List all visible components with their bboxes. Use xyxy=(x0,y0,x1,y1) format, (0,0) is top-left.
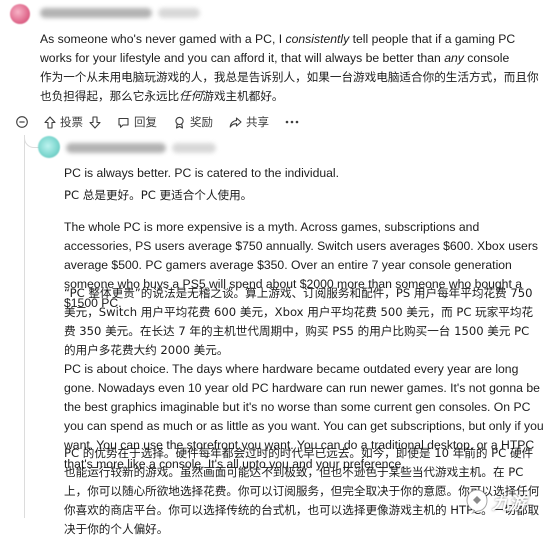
username-redacted[interactable] xyxy=(40,8,152,18)
vote-label: 投票 xyxy=(60,117,83,129)
vote-button[interactable]: 投票 xyxy=(44,114,101,130)
avatar[interactable] xyxy=(10,4,30,24)
emphasis-text: consistently xyxy=(285,32,350,46)
thread-line[interactable] xyxy=(24,136,25,518)
reply-bubble-icon xyxy=(118,117,129,128)
collapse-minus-icon xyxy=(16,116,28,128)
award-icon xyxy=(175,116,184,129)
watermark-logo-icon xyxy=(466,489,488,514)
share-label: 共享 xyxy=(246,117,269,129)
share-arrow-icon xyxy=(229,116,242,128)
text-run: PC 总是更好。PC 更适合个人使用。 xyxy=(64,188,253,202)
text-run: console xyxy=(463,51,510,65)
text-run: 作为一个从未用电脑玩游戏的人，我总是告诉别人，如果一台游戏电脑适合你的生活方式，… xyxy=(40,70,539,103)
text-run: As someone who's never gamed with a PC, … xyxy=(40,32,286,46)
upvote-icon xyxy=(44,115,56,129)
watermark: 九游 xyxy=(464,488,546,514)
text-run: 游戏主机都好。 xyxy=(202,89,284,103)
comment-action-bar: 投票 回复 奖励 共享 xyxy=(16,113,316,131)
comment-body-en: As someone who's never gamed with a PC, … xyxy=(40,30,540,68)
award-button[interactable]: 奖励 xyxy=(173,114,213,130)
timestamp-redacted xyxy=(158,8,200,18)
reply-body-zh-1: PC 总是更好。PC 更适合个人使用。 xyxy=(64,186,544,205)
thread-connector xyxy=(24,135,39,148)
watermark-text: 九游 xyxy=(492,493,526,514)
emphasis-text: any xyxy=(444,51,464,65)
comment-body-zh: 作为一个从未用电脑玩游戏的人，我总是告诉别人，如果一台游戏电脑适合你的生活方式，… xyxy=(40,68,540,106)
reply-timestamp-redacted xyxy=(172,143,216,153)
more-options-button[interactable] xyxy=(285,120,299,124)
reply-button[interactable]: 回复 xyxy=(117,114,157,130)
reply-body-zh-2: “PC 整体更贵”的说法是无稽之谈。算上游戏、订阅服务和配件，PS 用户每年平均… xyxy=(64,284,544,360)
text-run: “PC 整体更贵”的说法是无稽之谈。算上游戏、订阅服务和配件，PS 用户每年平均… xyxy=(64,286,534,357)
collapse-button[interactable] xyxy=(16,116,28,128)
comment-header xyxy=(10,2,310,26)
downvote-icon xyxy=(89,115,101,129)
emphasis-text: 任何 xyxy=(179,89,203,103)
share-button[interactable]: 共享 xyxy=(229,114,269,130)
reply-username-redacted[interactable] xyxy=(66,143,166,153)
reply-avatar[interactable] xyxy=(38,136,60,158)
reply-label: 回复 xyxy=(134,117,157,129)
reply-body-en-1: PC is always better. PC is catered to th… xyxy=(64,164,544,183)
award-label: 奖励 xyxy=(190,117,213,129)
ellipsis-icon xyxy=(285,120,299,124)
text-run: PC is always better. PC is catered to th… xyxy=(64,166,340,180)
